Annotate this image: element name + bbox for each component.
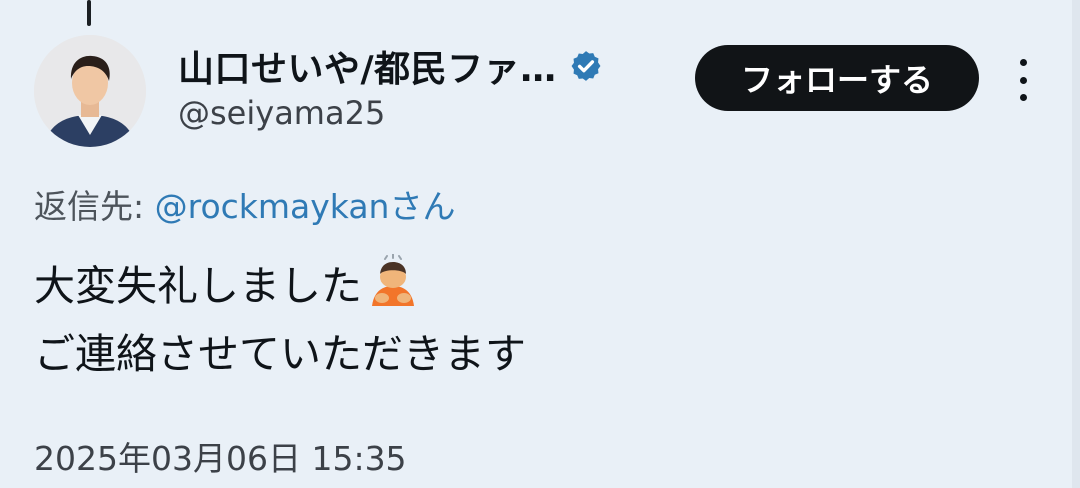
author-display-name[interactable]: 山口せいや/都民ファ… xyxy=(178,40,557,92)
verified-badge-icon xyxy=(571,51,601,81)
person-bowing-emoji-icon xyxy=(372,254,414,306)
tweet-line-1-text: 大変失礼しました xyxy=(34,262,362,310)
avatar-image xyxy=(34,35,146,147)
more-dot xyxy=(1019,76,1027,84)
tweet-text: 大変失礼しました ご連絡させていただきます xyxy=(34,252,526,388)
tweet-line-2: ご連絡させていただきます xyxy=(34,330,526,378)
tweet-line-1: 大変失礼しました xyxy=(34,252,526,320)
reply-mention-suffix[interactable]: さん xyxy=(389,187,455,226)
reply-to-line: 返信先: @rockmaykanさん xyxy=(34,180,455,228)
avatar[interactable] xyxy=(34,35,146,147)
thread-connector-line xyxy=(87,0,91,26)
more-dot xyxy=(1019,59,1027,66)
more-dot xyxy=(1019,94,1027,101)
tweet-timestamp[interactable]: 2025年03月06日 15:35 xyxy=(34,432,407,480)
follow-button[interactable]: フォローする xyxy=(695,45,979,111)
author-handle[interactable]: @seiyama25 xyxy=(178,94,385,132)
reply-mention-handle[interactable]: @rockmaykan xyxy=(155,187,390,226)
reply-mention-link[interactable]: @rockmaykanさん xyxy=(155,187,456,226)
scrollbar-track[interactable] xyxy=(1072,0,1080,488)
more-options-icon[interactable] xyxy=(1012,59,1034,101)
author-name-row[interactable]: 山口せいや/都民ファ… xyxy=(178,40,603,92)
reply-prefix: 返信先: xyxy=(34,187,155,226)
